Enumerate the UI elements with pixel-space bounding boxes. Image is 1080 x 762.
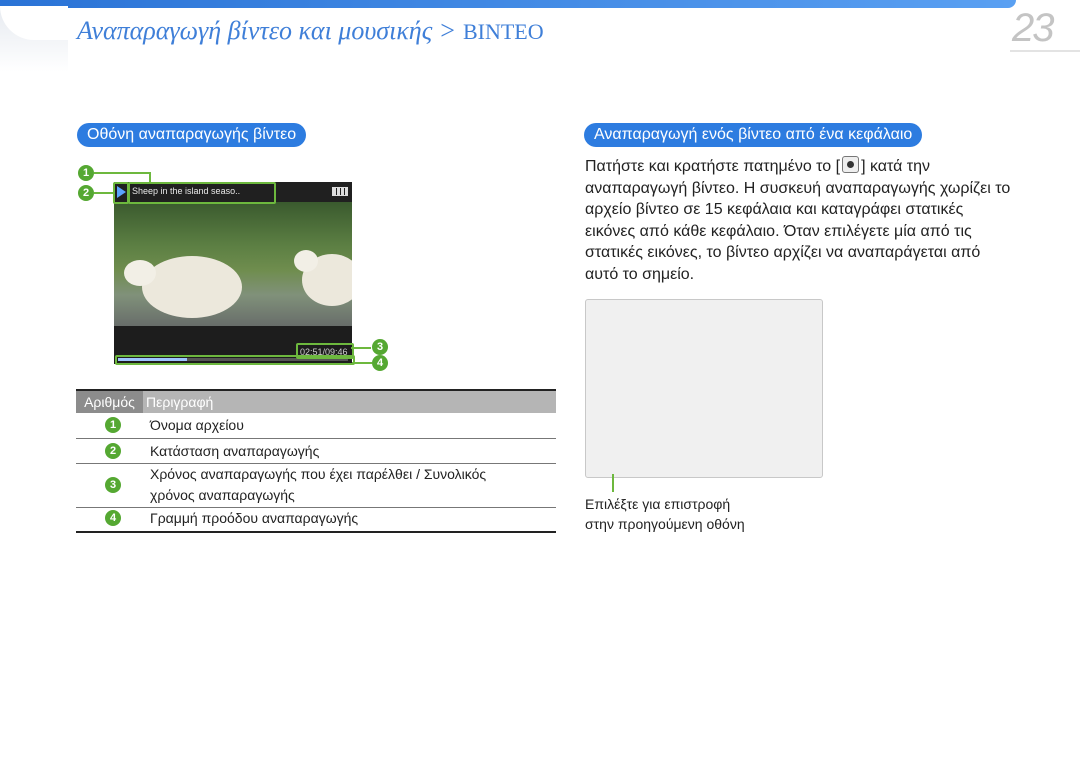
header-number: Αριθμός	[76, 391, 143, 413]
chapter-title: Αναπαραγωγή βίντεο και μουσικής	[77, 16, 433, 45]
table-row: 2 Κατάσταση αναπαραγωγής	[76, 439, 556, 464]
record-button-icon	[842, 156, 860, 173]
callout-number: 3	[372, 339, 388, 355]
leader-line	[149, 172, 151, 183]
table-header: Αριθμός Περιγραφή	[76, 391, 556, 413]
leader-line	[612, 474, 614, 492]
leader-line	[94, 172, 150, 174]
breadcrumb-separator: >	[440, 16, 455, 45]
chapter-playback-text: Πατήστε και κρατήστε πατημένο το [] κατά…	[585, 156, 1015, 285]
callout-number: 4	[372, 355, 388, 371]
table-row: 4 Γραμμή προόδου αναπαραγωγής	[76, 508, 556, 532]
table-row: 1 Όνομα αρχείου	[76, 413, 556, 439]
video-frame	[114, 202, 352, 326]
row-number: 2	[105, 443, 121, 459]
row-number: 3	[105, 477, 121, 493]
callout-box-filename	[128, 182, 276, 204]
chapter-playback-heading: Αναπαραγωγή ενός βίντεο από ένα κεφάλαιο	[584, 123, 923, 147]
callout-box-status	[113, 182, 129, 204]
row-description: Χρόνος αναπαραγωγής που έχει παρέλθει / …	[150, 466, 487, 503]
callout-number: 1	[78, 165, 94, 181]
battery-icon	[332, 187, 348, 196]
leader-line	[352, 362, 372, 364]
table-row: 3 Χρόνος αναπαραγωγής που έχει παρέλθει …	[76, 464, 556, 508]
instruction-text-end: ] κατά την αναπαραγωγή βίντεο. Η συσκευή…	[585, 158, 1011, 283]
header-accent-bar	[0, 0, 1016, 8]
sheep-image	[124, 256, 242, 318]
callout-number: 2	[78, 185, 94, 201]
video-screen-heading: Οθόνη αναπαραγωγής βίντεο	[77, 123, 307, 147]
header-description: Περιγραφή	[146, 394, 214, 410]
leader-line	[351, 347, 371, 349]
header-left-decoration	[0, 6, 68, 72]
instruction-text-start: Πατήστε και κρατήστε πατημένο το [	[585, 158, 841, 175]
video-player-screenshot: Sheep in the island seaso.. 02:51/09:46	[114, 182, 352, 364]
back-caption: Επιλέξτε για επιστροφή στην προηγούμενη …	[585, 496, 745, 532]
row-description: Όνομα αρχείου	[150, 417, 244, 433]
table-bottom-rule	[76, 531, 556, 533]
row-description: Γραμμή προόδου αναπαραγωγής	[150, 510, 359, 526]
row-description: Κατάσταση αναπαραγωγής	[150, 443, 320, 459]
row-number: 1	[105, 417, 121, 433]
page-number: 23	[1012, 6, 1054, 50]
chapter-screen-screenshot	[585, 299, 823, 478]
page-number-divider	[1010, 50, 1080, 52]
page-title: Αναπαραγωγή βίντεο και μουσικής > ΒΙΝΤΕΟ	[77, 16, 544, 46]
sheep-image	[294, 250, 352, 306]
section-title: ΒΙΝΤΕΟ	[462, 19, 544, 44]
callout-box-progress	[115, 355, 355, 365]
row-number: 4	[105, 510, 121, 526]
leader-line	[94, 192, 114, 194]
